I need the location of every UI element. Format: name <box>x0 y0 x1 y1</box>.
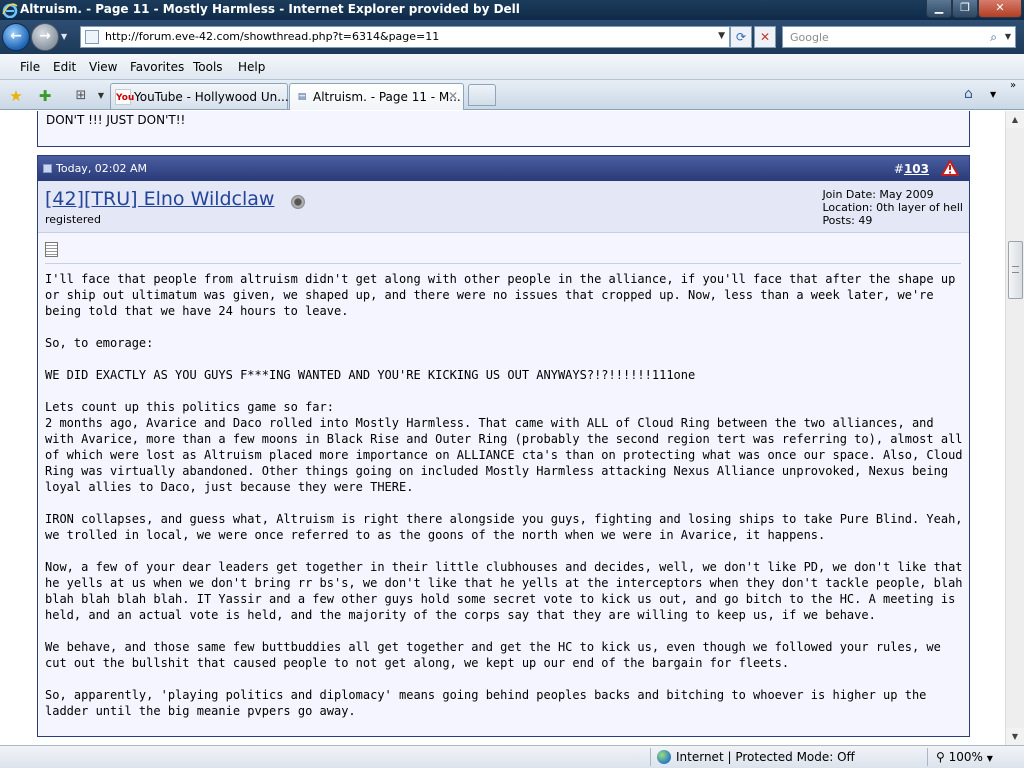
menu-favorites[interactable]: Favorites <box>130 60 184 74</box>
status-bar: Internet | Protected Mode: Off ⚲ 100% ▼ <box>0 745 1024 768</box>
post-paragraph: We behave, and those same few buttbuddie… <box>45 640 941 670</box>
page-content: DON'T !!! JUST DON'T!! Today, 02:02 AM #… <box>0 111 1004 745</box>
internet-globe-icon <box>657 750 671 764</box>
address-field[interactable]: http://forum.eve-42.com/showthread.php?t… <box>80 26 730 48</box>
post-paragraph: So, to emorage: <box>45 336 154 350</box>
zoom-level[interactable]: ⚲ 100% ▼ <box>936 750 993 764</box>
zoom-chevron-icon: ▼ <box>986 754 993 763</box>
post-paragraph: WE DID EXACTLY AS YOU GUYS F***ING WANTE… <box>45 368 696 382</box>
status-separator <box>650 748 651 766</box>
post-number-prefix: # <box>893 162 904 176</box>
address-toolbar: ← → ▼ http://forum.eve-42.com/showthread… <box>0 20 1024 54</box>
post-paragraph: I'll face that people from altruism didn… <box>45 272 956 318</box>
arrow-right-icon: → <box>39 28 51 44</box>
zoom-text: 100% <box>948 750 983 764</box>
security-zone[interactable]: Internet | Protected Mode: Off <box>657 750 855 764</box>
youtube-icon: You <box>115 89 134 105</box>
scroll-grip-icon <box>1012 266 1019 273</box>
user-location: Location: 0th layer of hell <box>822 201 963 214</box>
forum-icon: ▤ <box>297 92 307 102</box>
search-placeholder: Google <box>790 31 829 44</box>
tab-bar: ★ ✚ ⊞ ▼ You YouTube - Hollywood Un... ▤ … <box>0 80 1024 110</box>
menu-edit[interactable]: Edit <box>53 60 76 74</box>
message-icon <box>45 242 58 257</box>
back-button[interactable]: ← <box>2 23 30 51</box>
internet-explorer-icon <box>2 3 18 18</box>
window-titlebar: Altruism. - Page 11 - Mostly Harmless - … <box>0 0 1024 20</box>
new-tab-button[interactable] <box>468 84 496 106</box>
user-offline-status-icon <box>291 195 305 209</box>
more-tools-icon[interactable]: » <box>1010 80 1016 91</box>
recent-pages-dropdown-icon[interactable]: ▼ <box>61 32 67 41</box>
scroll-down-icon[interactable]: ▼ <box>1006 728 1024 745</box>
menu-file[interactable]: File <box>20 60 40 74</box>
stop-button[interactable]: ✕ <box>754 26 776 48</box>
vertical-scrollbar[interactable]: ▲ ▼ <box>1005 111 1024 745</box>
post-paragraph: IRON collapses, and guess what, Altruism… <box>45 512 963 542</box>
search-icon[interactable]: ⌕ <box>990 30 997 45</box>
home-chevron-icon[interactable]: ▼ <box>990 90 996 99</box>
tab-list-chevron-icon[interactable]: ▼ <box>92 87 110 105</box>
menu-view[interactable]: View <box>89 60 117 74</box>
post-paragraph: So, apparently, 'playing politics and di… <box>45 688 927 718</box>
post-date: Today, 02:02 AM <box>56 162 148 175</box>
url-text[interactable]: http://forum.eve-42.com/showthread.php?t… <box>105 30 439 43</box>
menu-bar: File Edit View Favorites Tools Help <box>0 54 1024 80</box>
security-zone-text: Internet | Protected Mode: Off <box>676 750 855 764</box>
forum-post: Today, 02:02 AM #103 [42][TRU] Elno Wild… <box>37 155 970 737</box>
join-date: Join Date: May 2009 <box>822 188 934 201</box>
forward-button[interactable]: → <box>31 23 59 51</box>
chevron-down-icon[interactable]: ▼ <box>718 31 725 41</box>
home-icon[interactable]: ⌂ <box>964 86 973 102</box>
maximize-icon[interactable]: ❐ <box>952 0 978 18</box>
zoom-magnifier-icon: ⚲ <box>936 750 949 764</box>
close-icon[interactable]: ✕ <box>978 0 1022 18</box>
post-paragraph: Lets count up this politics game so far:… <box>45 400 963 494</box>
add-favorite-icon[interactable]: ✚ <box>36 87 54 105</box>
previous-post: DON'T !!! JUST DON'T!! <box>37 111 970 147</box>
arrow-left-icon: ← <box>10 28 22 44</box>
post-user-info: [42][TRU] Elno Wildclaw registered Join … <box>38 181 969 233</box>
post-divider <box>45 263 961 264</box>
tab-youtube[interactable]: You YouTube - Hollywood Un... <box>110 83 289 109</box>
tab-label: YouTube - Hollywood Un... <box>134 90 289 104</box>
post-status-icon <box>43 164 52 173</box>
post-message: I'll face that people from altruism didn… <box>45 271 963 735</box>
username-link[interactable]: [42][TRU] Elno Wildclaw <box>45 188 274 210</box>
window-title: Altruism. - Page 11 - Mostly Harmless - … <box>20 2 520 16</box>
minimize-icon[interactable]: ▁ <box>926 0 952 18</box>
menu-help[interactable]: Help <box>238 60 265 74</box>
menu-tools[interactable]: Tools <box>193 60 223 74</box>
user-details: Join Date: May 2009 Location: 0th layer … <box>822 188 963 227</box>
user-title: registered <box>45 213 101 226</box>
page-icon <box>85 30 99 44</box>
previous-post-text: DON'T !!! JUST DON'T!! <box>46 113 186 127</box>
status-separator <box>927 748 928 766</box>
close-tab-icon[interactable]: ✕ <box>448 89 458 103</box>
search-options-chevron-icon[interactable]: ▼ <box>1005 32 1011 41</box>
tab-label: Altruism. - Page 11 - M... <box>313 90 461 104</box>
scrollbar-thumb[interactable] <box>1008 241 1023 299</box>
scroll-up-icon[interactable]: ▲ <box>1006 111 1024 128</box>
post-header: Today, 02:02 AM #103 <box>38 156 969 181</box>
quick-tabs-icon[interactable]: ⊞ <box>72 87 90 105</box>
favorites-star-icon[interactable]: ★ <box>7 87 25 105</box>
post-number-link[interactable]: 103 <box>904 162 929 176</box>
refresh-button[interactable]: ⟳ <box>730 26 752 48</box>
post-paragraph: Now, a few of your dear leaders get toge… <box>45 560 963 622</box>
post-number: #103 <box>894 162 929 176</box>
search-input[interactable]: Google ⌕ ▼ <box>782 26 1016 48</box>
report-post-icon[interactable] <box>941 160 959 176</box>
post-count: Posts: 49 <box>822 214 873 227</box>
tab-altruism[interactable]: ▤ Altruism. - Page 11 - M... ✕ <box>289 83 464 110</box>
